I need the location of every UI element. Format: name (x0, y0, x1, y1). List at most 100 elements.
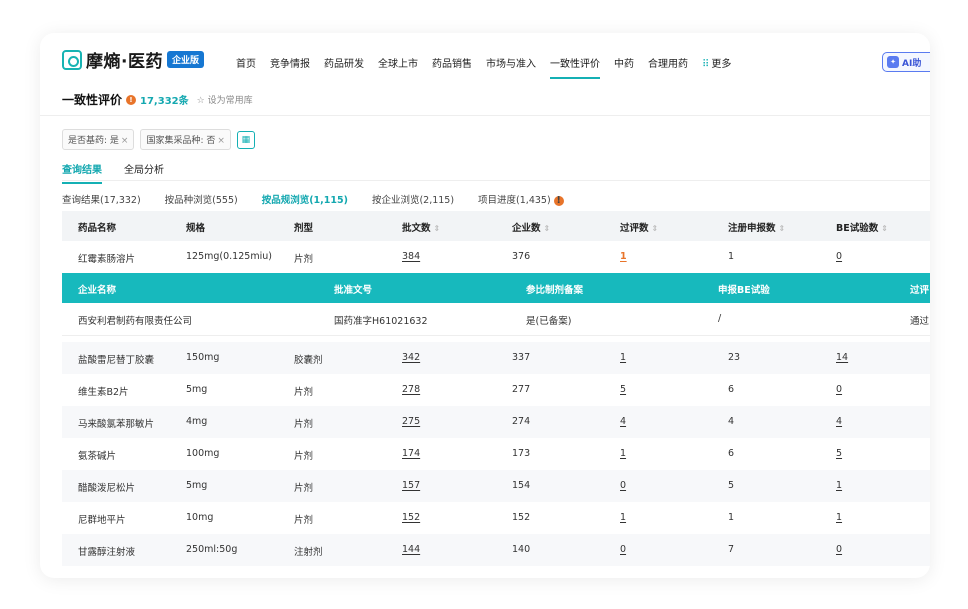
title-row: 一致性评价 ! 17,332条 ☆ 设为常用库 (62, 91, 253, 108)
table-row[interactable]: 氨茶碱片 100mg 片剂 174 173 1 6 5 (62, 438, 930, 470)
nav-item-rnd[interactable]: 药品研发 (324, 55, 364, 70)
cell-passed-link[interactable]: 1 (620, 448, 626, 459)
calendar-icon[interactable]: ▦ (236, 130, 255, 149)
cell-passed-link[interactable]: 1 (620, 512, 626, 523)
filter-chip-label: 国家集采品种: 否 (146, 136, 216, 146)
sub-cell-be: / (718, 313, 722, 324)
nav-item-rational[interactable]: 合理用药 (648, 55, 688, 70)
sort-icon[interactable]: ⇕ (779, 224, 786, 233)
cell-passed-link[interactable]: 1 (620, 352, 626, 363)
cell-spec: 125mg(0.125miu) (186, 251, 272, 262)
table-row[interactable]: 红霉素肠溶片 125mg(0.125miu) 片剂 384 376 1 1 0 (62, 241, 930, 273)
cell-spec: 100mg (186, 448, 220, 459)
brand-logo[interactable]: 摩熵·医药 企业版 (62, 47, 204, 72)
cell-registrations: 4 (728, 416, 735, 427)
table-row[interactable]: 马来酸氯苯那敏片 4mg 片剂 275 274 4 4 4 (62, 406, 930, 438)
record-count: 17,332条 (140, 96, 189, 107)
nav-item-tcm[interactable]: 中药 (614, 55, 634, 70)
table-row[interactable]: 甘露醇注射液 250ml:50g 注射剂 144 140 0 7 0 (62, 534, 930, 566)
cell-form: 片剂 (294, 515, 314, 526)
nav-item-home[interactable]: 首页 (236, 55, 256, 70)
sort-icon[interactable]: ⇕ (434, 224, 441, 233)
cell-registrations: 1 (728, 251, 735, 262)
filter-chip-essential-drug[interactable]: 是否基药: 是 × (62, 129, 135, 150)
cell-passed-link[interactable]: 1 (620, 251, 627, 262)
cell-approvals-link[interactable]: 384 (402, 251, 420, 262)
close-icon[interactable]: × (217, 136, 225, 146)
col-header-label: BE试验数 (836, 223, 879, 234)
set-favorite-button[interactable]: ☆ 设为常用库 (197, 93, 253, 106)
filter-chip-label: 是否基药: 是 (68, 136, 119, 146)
info-icon[interactable]: ! (126, 94, 137, 105)
ai-assistant-button[interactable]: ✦ AI助 (882, 52, 930, 72)
subtab-by-spec[interactable]: 按品规浏览(1,115) (262, 192, 348, 206)
subtab-by-variety[interactable]: 按品种浏览(555) (165, 192, 238, 206)
edition-badge: 企业版 (166, 51, 204, 68)
col-header-be[interactable]: BE试验数 ⇕ (836, 220, 888, 234)
cell-passed-link[interactable]: 4 (620, 416, 626, 427)
cell-form: 片剂 (294, 451, 314, 462)
filter-bar: 是否基药: 是 × 国家集采品种: 否 × ▦ (62, 129, 255, 150)
cell-be-link[interactable]: 5 (836, 448, 842, 459)
cell-approvals-link[interactable]: 157 (402, 480, 420, 491)
page-title: 一致性评价 (62, 93, 123, 107)
subtab-query-results[interactable]: 查询结果(17,332) (62, 192, 141, 206)
close-icon[interactable]: × (121, 136, 129, 146)
table-row[interactable]: 维生素B2片 5mg 片剂 278 277 5 6 0 (62, 374, 930, 406)
cell-be-link[interactable]: 0 (836, 544, 842, 555)
cell-name: 盐酸雷尼替丁胶囊 (78, 355, 155, 366)
cell-companies: 140 (512, 544, 531, 555)
col-header-approvals[interactable]: 批文数 ⇕ (402, 220, 440, 234)
nav-item-market[interactable]: 市场与准入 (486, 55, 536, 70)
info-icon[interactable]: ! (553, 195, 564, 206)
cell-approvals-link[interactable]: 278 (402, 384, 420, 395)
cell-be-link[interactable]: 1 (836, 512, 842, 523)
cell-spec: 4mg (186, 416, 208, 427)
sort-icon[interactable]: ⇕ (544, 224, 551, 233)
cell-form: 胶囊剂 (294, 355, 323, 366)
sub-col-passed: 过评 (910, 285, 930, 296)
table-row[interactable]: 醋酸泼尼松片 5mg 片剂 157 154 0 5 1 (62, 470, 930, 502)
tabs-divider (62, 180, 930, 181)
sort-icon[interactable]: ⇕ (881, 224, 888, 233)
cell-approvals-link[interactable]: 174 (402, 448, 420, 459)
cell-be-link[interactable]: 1 (836, 480, 842, 491)
nav-item-global[interactable]: 全球上市 (378, 55, 418, 70)
table-row[interactable]: 盐酸雷尼替丁胶囊 150mg 胶囊剂 342 337 1 23 14 (62, 342, 930, 374)
nav-item-more[interactable]: ⠿ 更多 (702, 55, 745, 70)
col-header-passed[interactable]: 过评数 ⇕ (620, 220, 658, 234)
col-header-companies[interactable]: 企业数 ⇕ (512, 220, 550, 234)
cell-approvals-link[interactable]: 275 (402, 416, 420, 427)
nav-item-consistency[interactable]: 一致性评价 (550, 55, 600, 79)
cell-passed-link[interactable]: 0 (620, 544, 626, 555)
cell-form: 片剂 (294, 483, 314, 494)
cell-approvals-link[interactable]: 152 (402, 512, 420, 523)
cell-be-link[interactable]: 0 (836, 251, 842, 262)
table-row[interactable]: 尼群地平片 10mg 片剂 152 152 1 1 1 (62, 502, 930, 534)
subtab-by-company[interactable]: 按企业浏览(2,115) (372, 192, 454, 206)
subtab-progress-label: 项目进度(1,435) (478, 195, 551, 206)
nav-item-sales[interactable]: 药品销售 (432, 55, 472, 70)
cell-be-link[interactable]: 14 (836, 352, 848, 363)
filter-chip-procurement[interactable]: 国家集采品种: 否 × (140, 129, 231, 150)
col-header-label: 企业数 (512, 223, 541, 234)
cell-passed-link[interactable]: 5 (620, 384, 626, 395)
subtable-row[interactable]: 西安利君制药有限责任公司 国药准字H61021632 是(已备案) / 通过 (62, 303, 930, 336)
sub-cell-approval-no: 国药准字H61021632 (334, 316, 428, 327)
subtable-header: 企业名称 批准文号 参比制剂备案 申报BE试验 过评 (62, 273, 930, 303)
cell-passed-link[interactable]: 0 (620, 480, 626, 491)
nav-item-intel[interactable]: 竞争情报 (270, 55, 310, 70)
cell-be-link[interactable]: 4 (836, 416, 842, 427)
sort-icon[interactable]: ⇕ (652, 224, 659, 233)
cell-approvals-link[interactable]: 144 (402, 544, 420, 555)
cell-companies: 277 (512, 384, 531, 395)
cell-form: 片剂 (294, 419, 314, 430)
results-table: 药品名称 规格 剂型 批文数 ⇕ 企业数 ⇕ 过评数 ⇕ 注册申报数 ⇕ BE试验数 ⇕ … (62, 211, 930, 566)
cell-be-link[interactable]: 0 (836, 384, 842, 395)
cell-spec: 5mg (186, 384, 208, 395)
cell-registrations: 1 (728, 512, 735, 523)
col-header-label: 批文数 (402, 223, 431, 234)
subtab-progress[interactable]: 项目进度(1,435)! (478, 192, 564, 206)
cell-approvals-link[interactable]: 342 (402, 352, 420, 363)
col-header-registrations[interactable]: 注册申报数 ⇕ (728, 220, 785, 234)
